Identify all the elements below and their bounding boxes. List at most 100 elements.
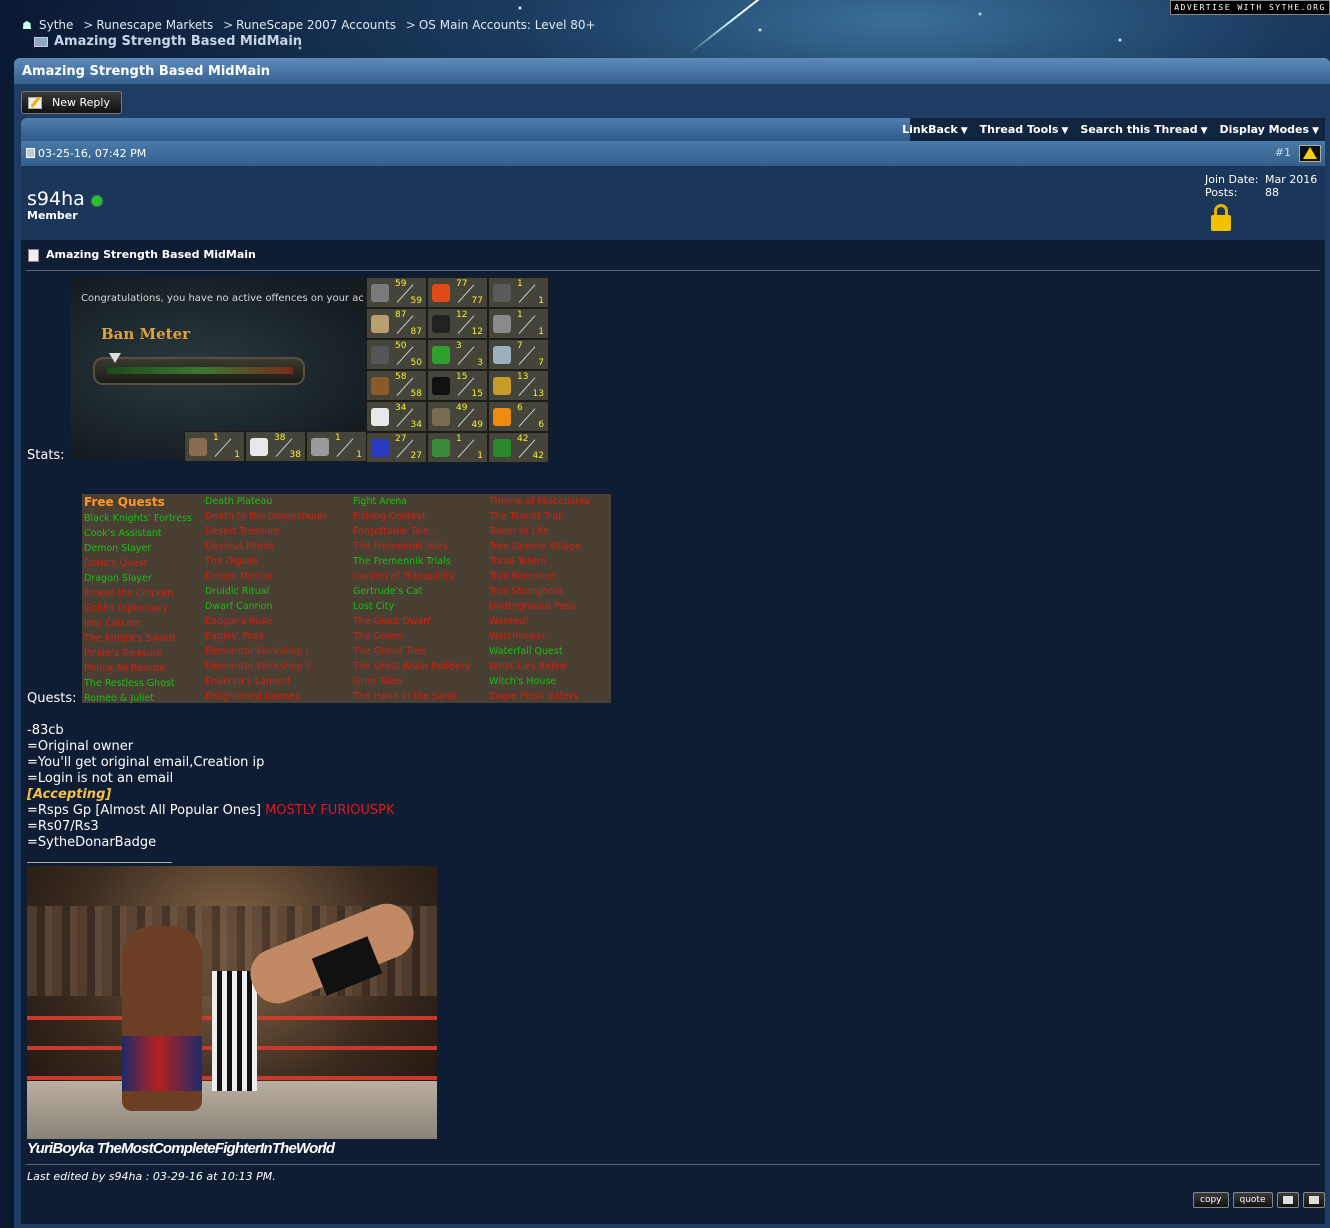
skill-cell: 11 (306, 431, 367, 462)
skill-level: 87 (395, 310, 407, 320)
post-message: -83cb =Original owner =You'll get origin… (27, 723, 395, 851)
signature-caption: YuriBoyka TheMostCompleteFighterInTheWor… (27, 1140, 335, 1157)
divider (26, 1164, 1320, 1165)
thread-tools-menu-button[interactable]: Thread Tools ▼ (980, 123, 1069, 136)
quest-item: Desert Treasure (205, 526, 280, 537)
skill-cell: 11 (488, 277, 549, 308)
breadcrumb-runescape-markets[interactable]: Runescape Markets (96, 18, 213, 32)
skill-cell: 15 15 (427, 370, 488, 401)
quest-item: Druidic Ritual (205, 586, 270, 597)
skill-base-level: 13 (532, 389, 544, 399)
ban-meter-pointer-icon (109, 353, 121, 363)
skill-level: 27 (395, 434, 407, 444)
pencil-icon (28, 97, 42, 109)
post-number-link[interactable]: #1 (1275, 146, 1291, 159)
post-date: 03-25-16, 07:42 PM (38, 147, 147, 160)
multi-quote-icon[interactable] (1276, 1192, 1299, 1208)
new-reply-button[interactable]: New Reply (21, 91, 122, 114)
skill-base-level: 7 (538, 358, 544, 368)
quest-item: Zogre Flesh Eaters (489, 691, 579, 702)
post-line: =Rs07/Rs3 (27, 819, 99, 834)
quest-item: Waterfall Quest (489, 646, 563, 657)
skill-cell: 11 (427, 432, 488, 463)
thieving-icon (432, 377, 450, 395)
prayer-icon (371, 408, 389, 426)
skill-cell: 58 58 (366, 370, 427, 401)
join-date-value: Mar 2016 (1265, 173, 1318, 186)
signature-image (27, 866, 437, 1139)
home-icon[interactable]: ☗ (22, 19, 36, 32)
skill-level: 6 (517, 403, 523, 413)
quest-item: The Tourist Trap (489, 511, 565, 522)
search-thread-label: Search this Thread (1080, 123, 1198, 136)
copy-button[interactable]: copy (1193, 1192, 1229, 1208)
skills-grid: 59 59 77 77 1 1 87 87 12 12 1 1 50 50 3 3 7 7 58 58 15 15 13 13… (366, 277, 549, 463)
runecraft-icon (189, 438, 207, 456)
quest-item: Tribal Totem (489, 556, 547, 567)
quest-column: Throne of Miscellania The Tourist Trap Tow… (489, 494, 590, 704)
thread-tools-menu: LinkBack ▼ Thread Tools ▼ Search this Thre… (902, 118, 1325, 141)
quest-item: The Knight's Sword (84, 633, 176, 644)
quest-column: Fight Arena Fishing Contest Forgettable Ta… (353, 494, 471, 704)
accept-line-text: =Rsps Gp [Almost All Popular Ones] (27, 803, 261, 818)
quest-item: Fight Arena (353, 496, 408, 507)
skill-cell: 42 42 (488, 432, 549, 463)
quest-item: Imp Catcher (84, 618, 143, 629)
divider (26, 270, 1320, 271)
lock-icon (1211, 204, 1231, 232)
skill-cell: 66 (488, 401, 549, 432)
skill-cell: 11 (488, 308, 549, 339)
post-header: 03-25-16, 07:42 PM #1 (21, 141, 1325, 166)
hitpoints-icon (432, 284, 450, 302)
post-line: =You'll get original email,Creation ip (27, 755, 265, 770)
quest-item: Throne of Miscellania (489, 496, 590, 507)
signature-divider (27, 862, 172, 863)
quest-item: Black Knights' Fortress (84, 513, 192, 524)
display-modes-menu[interactable]: Display Modes ▼ (1220, 123, 1320, 136)
quote-button[interactable]: quote (1232, 1192, 1273, 1208)
skill-base-level: 1 (477, 451, 483, 461)
current-thread-crumb: Amazing Strength Based MidMain (28, 34, 302, 49)
accept-line-highlight: MOSTLY FURIOUSPK (265, 803, 395, 818)
skill-base-level: 42 (532, 451, 544, 461)
skill-level: 77 (456, 279, 468, 289)
skill-base-level: 1 (234, 450, 240, 460)
skill-cell: 87 87 (366, 308, 427, 339)
edit-post-icon[interactable] (1302, 1192, 1325, 1208)
advertise-link[interactable]: ADVERTISE WITH SYTHE.ORG (1170, 0, 1330, 15)
breadcrumb-os-main-accounts[interactable]: OS Main Accounts: Level 80+ (419, 18, 596, 32)
fishing-icon (493, 346, 511, 364)
breadcrumb-rs2007-accounts[interactable]: RuneScape 2007 Accounts (236, 18, 396, 32)
online-status-icon (92, 196, 102, 206)
skill-cell: 77 77 (427, 277, 488, 308)
linkback-menu[interactable]: LinkBack ▼ (902, 123, 968, 136)
breadcrumb-sythe[interactable]: Sythe (39, 18, 73, 32)
ban-meter-title: Ban Meter (101, 325, 191, 343)
skill-base-level: 38 (289, 450, 301, 460)
new-reply-label: New Reply (52, 96, 110, 109)
quest-item: The Fremennik Isles (353, 541, 448, 552)
skill-level: 38 (274, 433, 286, 443)
caret-down-icon: ▼ (1061, 126, 1069, 136)
skill-level: 3 (456, 341, 462, 351)
quest-item: Doric's Quest (84, 558, 148, 569)
caret-down-icon: ▼ (1312, 126, 1319, 136)
farming-icon (311, 438, 329, 456)
search-thread-menu[interactable]: Search this Thread ▼ (1080, 123, 1207, 136)
quest-item: Cook's Assistant (84, 528, 162, 539)
skill-level: 34 (395, 403, 407, 413)
skill-cell: 49 49 (427, 401, 488, 432)
skill-cell: 77 (488, 339, 549, 370)
skill-base-level: 59 (410, 296, 422, 306)
attack-icon (371, 284, 389, 302)
woodcutting-icon (493, 439, 511, 457)
username-link[interactable]: s94ha (27, 188, 85, 210)
thread-title-bar: Amazing Strength Based MidMain (14, 58, 1330, 84)
skill-level: 59 (395, 279, 407, 289)
quest-item: What Lies Below (489, 661, 568, 672)
crafting-icon (432, 408, 450, 426)
thread-tools-label: Thread Tools (979, 123, 1059, 136)
skill-level: 1 (456, 434, 462, 444)
quest-item: The Fremennik Trials (353, 556, 451, 567)
report-post-icon[interactable] (1299, 145, 1321, 162)
